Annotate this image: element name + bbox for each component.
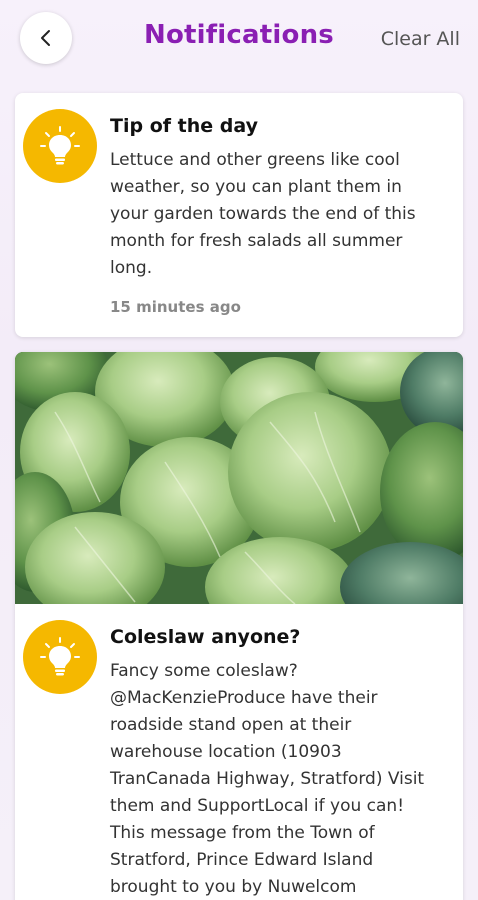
notification-title: Tip of the day	[110, 115, 258, 137]
notification-card[interactable]: Tip of the day Lettuce and other greens …	[15, 93, 463, 337]
notification-time: 15 minutes ago	[110, 298, 241, 316]
notification-body: Lettuce and other greens like cool weath…	[110, 150, 416, 278]
notification-body: Fancy some coleslaw? @MacKenzieProduce h…	[110, 661, 425, 897]
cabbage-photo	[15, 352, 463, 637]
lightbulb-icon	[23, 620, 97, 694]
notification-card[interactable]: Coleslaw anyone? Fancy some coleslaw? @M…	[15, 352, 463, 900]
clear-all-button[interactable]: Clear All	[381, 28, 460, 50]
notification-title: Coleslaw anyone?	[110, 626, 301, 648]
app-header: Notifications Clear All	[0, 0, 478, 80]
lightbulb-icon	[23, 109, 97, 183]
